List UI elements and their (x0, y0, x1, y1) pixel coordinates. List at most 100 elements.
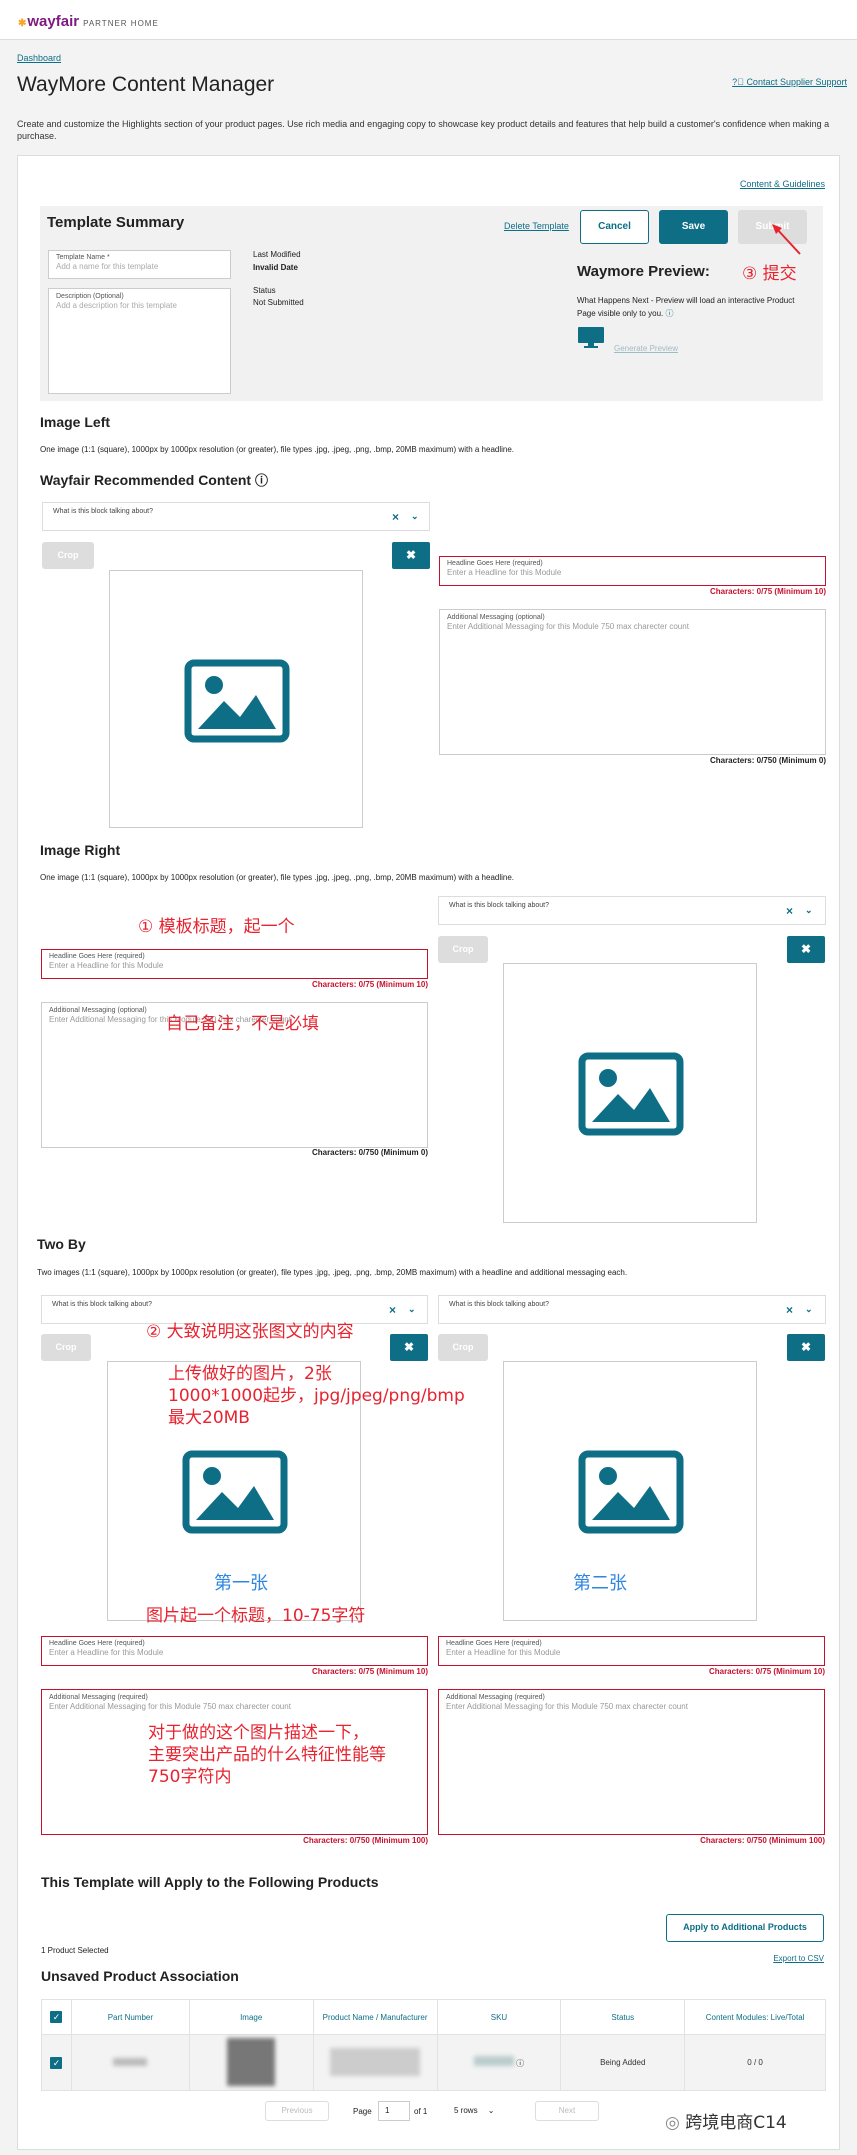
annotation-template-title: ① 模板标题，起一个 (138, 917, 295, 937)
image-right-message-counter: Characters: 0/750 (Minimum 0) (311, 1148, 428, 1157)
col-sku: SKU (436, 1999, 562, 2035)
logo-star-icon: ✱ (18, 18, 27, 29)
row-checkbox[interactable]: ✓ (41, 2034, 72, 2091)
two-by-desc: Two images (1:1 (square), 1000px by 1000… (37, 1268, 628, 1277)
two-by-left-headline-counter: Characters: 0/75 (Minimum 10) (311, 1667, 428, 1676)
image-left-desc: One image (1:1 (square), 1000px by 1000p… (40, 445, 515, 454)
monitor-icon (578, 327, 604, 348)
image-left-message-input[interactable]: Additional Messaging (optional) Enter Ad… (439, 609, 826, 755)
pagination-next-button[interactable]: Next (535, 2101, 599, 2121)
apply-additional-products-button[interactable]: Apply to Additional Products (666, 1914, 824, 1942)
image-left-message-counter: Characters: 0/750 (Minimum 0) (709, 756, 826, 765)
annotation-second: 第二张 (573, 1573, 627, 1594)
image-right-upload-area[interactable] (503, 963, 757, 1223)
clear-icon[interactable]: × (786, 1303, 793, 1317)
image-right-title: Image Right (40, 842, 121, 858)
chevron-down-icon[interactable]: ⌄ (805, 1304, 813, 1315)
chevron-down-icon[interactable]: ⌄ (411, 511, 419, 522)
template-summary-title: Template Summary (47, 214, 185, 231)
row-image (188, 2034, 314, 2091)
rows-per-page-select[interactable]: 5 rows ⌄ (449, 2101, 511, 2121)
pagination-of-total: of 1 (414, 2107, 428, 2116)
delete-template-link[interactable]: Delete Template (504, 221, 569, 231)
annotation-headline: 图片起一个标题，10-75字符 (146, 1606, 366, 1626)
products-selected-count: 1 Product Selected (41, 1946, 109, 1955)
two-by-left-remove-button[interactable]: ✖ (390, 1334, 428, 1361)
wayfair-logo[interactable]: ✱wayfair PARTNER HOME (18, 13, 159, 30)
page-title: WayMore Content Manager (17, 73, 275, 96)
info-icon: ⓘ (516, 2059, 525, 2068)
two-by-right-remove-button[interactable]: ✖ (787, 1334, 825, 1361)
image-right-desc: One image (1:1 (square), 1000px by 1000p… (40, 873, 515, 882)
row-sku: ⓘ (436, 2034, 562, 2091)
status-label: Status (253, 286, 276, 295)
last-modified-value: Invalid Date (253, 263, 298, 272)
col-part-number: Part Number (70, 1999, 190, 2035)
preview-text: What Happens Next - Preview will load an… (577, 296, 795, 318)
info-circle-icon: ⓘ (254, 473, 268, 488)
two-by-title: Two By (37, 1236, 86, 1252)
two-by-right-topic-dropdown[interactable]: What is this block talking about? × ⌄ (438, 1295, 826, 1324)
template-description-input[interactable]: Description (Optional) Add a description… (48, 288, 231, 394)
image-left-remove-button[interactable]: ✖ (392, 542, 430, 569)
two-by-right-crop-button[interactable]: Crop (438, 1334, 488, 1361)
save-button[interactable]: Save (659, 210, 728, 244)
two-by-right-headline-input[interactable]: Headline Goes Here (required) Enter a He… (438, 1636, 825, 1666)
image-left-topic-dropdown[interactable]: What is this block talking about? × ⌄ (42, 502, 430, 531)
image-right-crop-button[interactable]: Crop (438, 936, 488, 963)
col-product-name: Product Name / Manufacturer (312, 1999, 438, 2035)
col-content-modules: Content Modules: Live/Total (684, 1999, 826, 2035)
contact-supplier-support-link[interactable]: ?⃝ Contact Supplier Support (732, 77, 847, 87)
image-left-crop-button[interactable]: Crop (42, 542, 94, 569)
annotation-optional-note: 自己备注，不是必填 (166, 1014, 319, 1034)
image-placeholder-icon (578, 1052, 684, 1136)
row-content-modules: 0 / 0 (684, 2034, 826, 2091)
two-by-left-crop-button[interactable]: Crop (41, 1334, 91, 1361)
chevron-down-icon[interactable]: ⌄ (408, 1304, 416, 1315)
check-icon: ✓ (50, 2056, 63, 2069)
clear-icon[interactable]: × (389, 1303, 396, 1317)
image-left-headline-input[interactable]: Headline Goes Here (required) Enter a He… (439, 556, 826, 586)
two-by-left-message-counter: Characters: 0/750 (Minimum 100) (303, 1836, 428, 1845)
status-value: Not Submitted (253, 298, 304, 307)
image-left-upload-area[interactable] (109, 570, 363, 828)
table-row[interactable]: ✓ ⓘ Being Added 0 / 0 (41, 2034, 826, 2091)
select-all-checkbox[interactable]: ✓ (41, 1999, 72, 2035)
image-placeholder-icon (184, 659, 290, 743)
recommended-content-title: Wayfair Recommended Content ⓘ (40, 472, 268, 488)
annotation-first: 第一张 (214, 1573, 268, 1594)
generate-preview-link[interactable]: Generate Preview (614, 344, 678, 353)
preview-title: Waymore Preview: (577, 263, 710, 280)
clear-icon[interactable]: × (786, 904, 793, 918)
image-right-headline-input[interactable]: Headline Goes Here (required) Enter a He… (41, 949, 428, 979)
pagination-previous-button[interactable]: Previous (265, 2101, 329, 2121)
image-right-remove-button[interactable]: ✖ (787, 936, 825, 963)
template-name-input[interactable]: Template Name * Add a name for this temp… (48, 250, 231, 279)
info-icon: ⓘ (665, 309, 674, 318)
image-right-topic-dropdown[interactable]: What is this block talking about? × ⌄ (438, 896, 826, 925)
watermark: ◎ 跨境电商C14 (665, 2113, 787, 2133)
col-status: Status (560, 1999, 686, 2035)
two-by-right-message-counter: Characters: 0/750 (Minimum 100) (700, 1836, 825, 1845)
pagination-page-input[interactable]: 1 (378, 2101, 410, 2121)
breadcrumb-dashboard[interactable]: Dashboard (17, 53, 61, 63)
chevron-down-icon: ⌄ (487, 2106, 495, 2115)
export-csv-link[interactable]: Export to CSV (773, 1954, 824, 1963)
products-title: This Template will Apply to the Followin… (41, 1874, 379, 1890)
annotation-submit: ③ 提交 (742, 264, 797, 284)
image-right-headline-counter: Characters: 0/75 (Minimum 10) (311, 980, 428, 989)
content-guidelines-link[interactable]: Content & Guidelines (740, 179, 825, 189)
product-association-table: ✓ Part Number Image Product Name / Manuf… (41, 1999, 826, 2091)
annotation-message: 对于做的这个图片描述一下， 主要突出产品的什么特征性能等 750字符内 (148, 1723, 386, 1787)
chevron-down-icon[interactable]: ⌄ (805, 905, 813, 916)
last-modified-label: Last Modified (253, 250, 301, 259)
two-by-left-headline-input[interactable]: Headline Goes Here (required) Enter a He… (41, 1636, 428, 1666)
cancel-button[interactable]: Cancel (580, 210, 649, 244)
annotation-arrow-icon (772, 224, 801, 255)
two-by-right-message-input[interactable]: Additional Messaging (required) Enter Ad… (438, 1689, 825, 1835)
two-by-right-upload-area[interactable] (503, 1361, 757, 1621)
clear-icon[interactable]: × (392, 510, 399, 524)
row-status: Being Added (560, 2034, 686, 2091)
row-part-number (70, 2034, 190, 2091)
page-intro: Create and customize the Highlights sect… (17, 119, 830, 141)
